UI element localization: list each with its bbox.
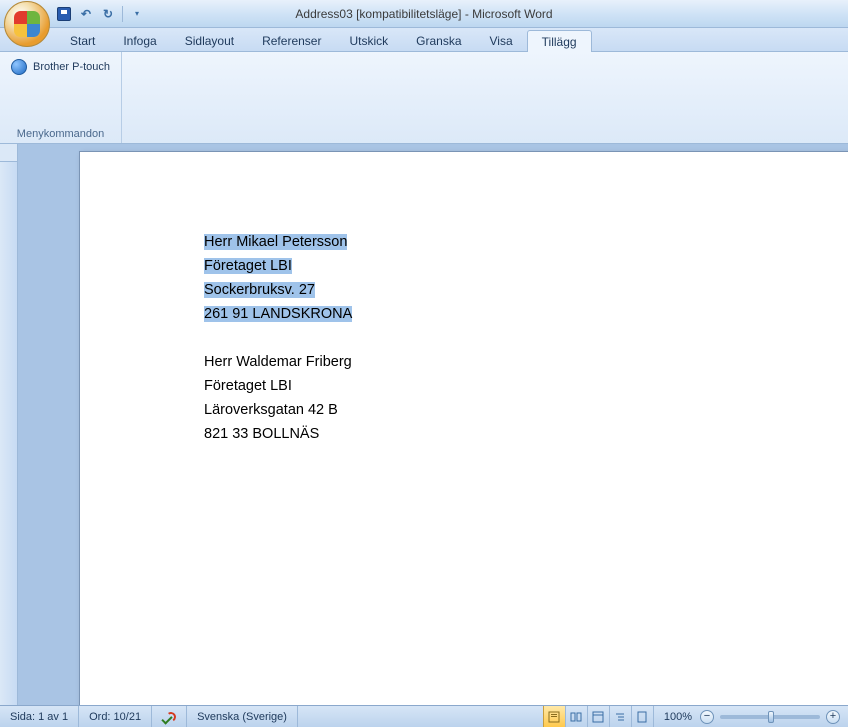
web-layout-icon — [592, 711, 604, 723]
tab-infoga[interactable]: Infoga — [109, 30, 170, 51]
text-line[interactable]: 821 33 BOLLNÄS — [204, 422, 848, 446]
tab-referenser[interactable]: Referenser — [248, 30, 335, 51]
ribbon-content: Brother P-touch Menykommandon — [0, 52, 848, 144]
ribbon-group-menykommandon: Brother P-touch Menykommandon — [0, 52, 122, 143]
view-buttons — [543, 706, 653, 727]
save-button[interactable] — [56, 6, 72, 22]
zoom-slider-thumb[interactable] — [768, 711, 774, 723]
text-line[interactable]: Läroverksgatan 42 B — [204, 398, 848, 422]
selected-text-line[interactable]: Sockerbruksv. 27 — [204, 282, 315, 298]
fullscreen-reading-icon — [570, 711, 582, 723]
view-outline-button[interactable] — [609, 706, 631, 727]
redo-button[interactable]: ↻ — [100, 6, 116, 22]
brother-ptouch-label: Brother P-touch — [33, 61, 110, 73]
brother-ptouch-button[interactable]: Brother P-touch — [6, 56, 115, 78]
print-layout-icon — [548, 711, 560, 723]
qat-customize-button[interactable]: ▾ — [129, 6, 145, 22]
brother-ptouch-icon — [11, 59, 27, 75]
status-language[interactable]: Svenska (Sverige) — [187, 706, 298, 727]
ribbon-tabs: Start Infoga Sidlayout Referenser Utskic… — [0, 28, 848, 52]
zoom-out-button[interactable]: − — [700, 710, 714, 724]
status-proofing[interactable] — [152, 706, 187, 727]
ruler-corner — [0, 144, 18, 162]
qat-separator — [122, 6, 123, 22]
tab-utskick[interactable]: Utskick — [335, 30, 402, 51]
status-page[interactable]: Sida: 1 av 1 — [0, 706, 79, 727]
ribbon-group-label: Menykommandon — [6, 128, 115, 141]
selected-text-line[interactable]: 261 91 LANDSKRONA — [204, 306, 352, 322]
selected-text-line[interactable]: Företaget LBI — [204, 258, 292, 274]
selected-text-line[interactable]: Herr Mikael Petersson — [204, 234, 347, 250]
office-button[interactable] — [4, 1, 50, 47]
proofing-icon — [162, 710, 176, 724]
office-logo-icon — [14, 11, 40, 37]
view-print-layout-button[interactable] — [543, 706, 565, 727]
tab-granska[interactable]: Granska — [402, 30, 475, 51]
view-fullscreen-button[interactable] — [565, 706, 587, 727]
draft-icon — [636, 711, 648, 723]
outline-icon — [614, 711, 626, 723]
page-scroll-area[interactable]: Herr Mikael Petersson Företaget LBI Sock… — [18, 144, 848, 705]
text-line[interactable]: Företaget LBI — [204, 374, 848, 398]
tab-sidlayout[interactable]: Sidlayout — [171, 30, 248, 51]
text-line[interactable]: Herr Waldemar Friberg — [204, 350, 848, 374]
tab-tillagg[interactable]: Tillägg — [527, 30, 592, 52]
tab-visa[interactable]: Visa — [476, 30, 527, 51]
zoom-slider[interactable] — [720, 715, 820, 719]
vertical-ruler[interactable] — [0, 144, 18, 705]
zoom-control: 100% − + — [653, 706, 848, 727]
undo-button[interactable]: ↶ — [78, 6, 94, 22]
status-bar: Sida: 1 av 1 Ord: 10/21 Svenska (Sverige… — [0, 705, 848, 727]
view-draft-button[interactable] — [631, 706, 653, 727]
save-icon — [57, 7, 71, 21]
tab-start[interactable]: Start — [56, 30, 109, 51]
document-content[interactable]: Herr Mikael Petersson Företaget LBI Sock… — [80, 152, 848, 446]
zoom-percentage[interactable]: 100% — [662, 711, 694, 723]
view-web-layout-button[interactable] — [587, 706, 609, 727]
document-page[interactable]: Herr Mikael Petersson Företaget LBI Sock… — [80, 152, 848, 705]
document-workspace: Herr Mikael Petersson Företaget LBI Sock… — [0, 144, 848, 705]
quick-access-toolbar: ↶ ↻ ▾ — [56, 6, 145, 22]
title-bar: ↶ ↻ ▾ Address03 [kompatibilitetsläge] - … — [0, 0, 848, 28]
status-wordcount[interactable]: Ord: 10/21 — [79, 706, 152, 727]
zoom-in-button[interactable]: + — [826, 710, 840, 724]
